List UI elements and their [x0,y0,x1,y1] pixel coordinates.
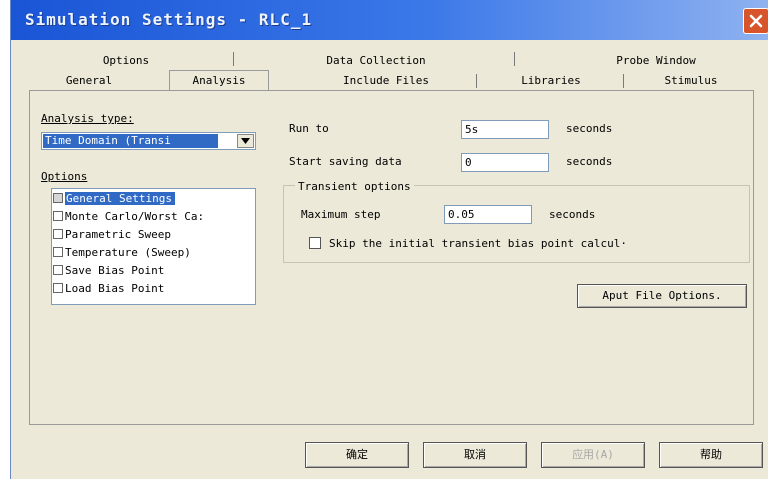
close-icon [749,14,763,28]
list-item[interactable]: Load Bias Point [53,280,255,298]
title-bar[interactable]: Simulation Settings - RLC_1 [11,0,768,40]
start-saving-input[interactable] [461,153,549,172]
tab-separator [233,52,234,66]
checkbox[interactable] [53,193,63,203]
tab-options[interactable]: Options [71,52,181,70]
checkbox[interactable] [53,247,63,257]
run-to-input[interactable] [461,120,549,139]
simulation-settings-dialog: Simulation Settings - RLC_1 Options Data… [10,0,768,479]
start-saving-unit: seconds [566,155,613,168]
run-to-label: Run to [289,122,329,135]
checkbox[interactable] [53,229,63,239]
start-saving-label: Start saving data [289,155,402,168]
tab-stimulus[interactable]: Stimulus [641,72,741,90]
skip-bias-point-checkbox[interactable] [309,237,321,249]
options-label: Options [41,170,88,183]
checkbox[interactable] [53,283,63,293]
transient-options-group [283,185,750,263]
tab-general[interactable]: General [39,72,139,90]
tab-include-files[interactable]: Include Files [311,72,461,90]
skip-bias-point-label: Skip the initial transient bias point ca… [329,237,628,250]
cancel-button[interactable]: 取消 [423,442,527,468]
checkbox[interactable] [53,211,63,221]
analysis-type-dropdown-button[interactable] [237,134,254,148]
list-item[interactable]: Parametric Sweep [53,226,255,244]
help-button[interactable]: 帮助 [659,442,763,468]
tab-data-collection[interactable]: Data Collection [291,52,461,70]
maximum-step-label: Maximum step [301,208,381,221]
list-item[interactable]: General Settings [53,190,255,208]
chevron-down-icon [241,138,250,144]
list-item[interactable]: Monte Carlo/Worst Ca: [53,208,255,226]
tab-libraries[interactable]: Libraries [496,72,606,90]
tab-separator [623,74,624,88]
maximum-step-input[interactable] [444,205,532,224]
window-title: Simulation Settings - RLC_1 [25,10,313,29]
apply-button[interactable]: 应用(A) [541,442,645,468]
tab-analysis[interactable]: Analysis [169,70,269,91]
ok-button[interactable]: 确定 [305,442,409,468]
list-item[interactable]: Temperature (Sweep) [53,244,255,262]
tab-separator [476,74,477,88]
tab-separator [514,52,515,66]
options-list[interactable]: General Settings Monte Carlo/Worst Ca: P… [51,188,256,305]
analysis-type-label: Analysis type: [41,112,134,125]
list-item[interactable]: Save Bias Point [53,262,255,280]
analysis-type-select[interactable]: Time Domain (Transi [41,132,256,150]
run-to-unit: seconds [566,122,613,135]
close-button[interactable] [743,8,768,34]
checkbox[interactable] [53,265,63,275]
transient-options-title: Transient options [295,180,414,193]
maximum-step-unit: seconds [549,208,596,221]
tab-probe-window[interactable]: Probe Window [591,52,721,70]
analysis-type-value: Time Domain (Transi [43,134,218,148]
output-file-options-button[interactable]: Aput File Options. [577,284,747,308]
